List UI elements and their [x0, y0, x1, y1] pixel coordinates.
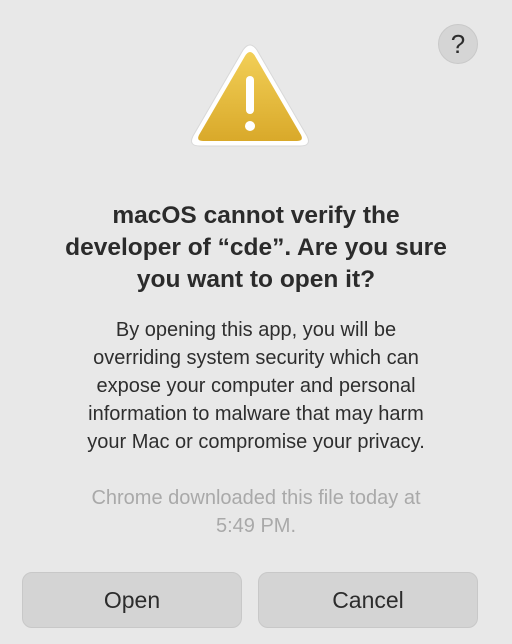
download-info-note: Chrome downloaded this file today at 5:4…: [91, 487, 421, 537]
help-button[interactable]: ?: [438, 24, 478, 64]
help-button-label: ?: [450, 28, 466, 59]
cancel-button-label: Cancel: [332, 586, 404, 613]
open-button-label: Open: [103, 586, 161, 613]
open-button[interactable]: Open: [22, 572, 242, 628]
dialog-message: By opening this app, you will be overrid…: [87, 319, 425, 453]
security-alert-dialog: ? macOS cannot verify the developer of “…: [0, 0, 512, 644]
dialog-title: macOS cannot verify the developer of “cd…: [65, 202, 447, 293]
warning-triangle-icon: [191, 44, 309, 147]
cancel-button[interactable]: Cancel: [258, 572, 478, 628]
